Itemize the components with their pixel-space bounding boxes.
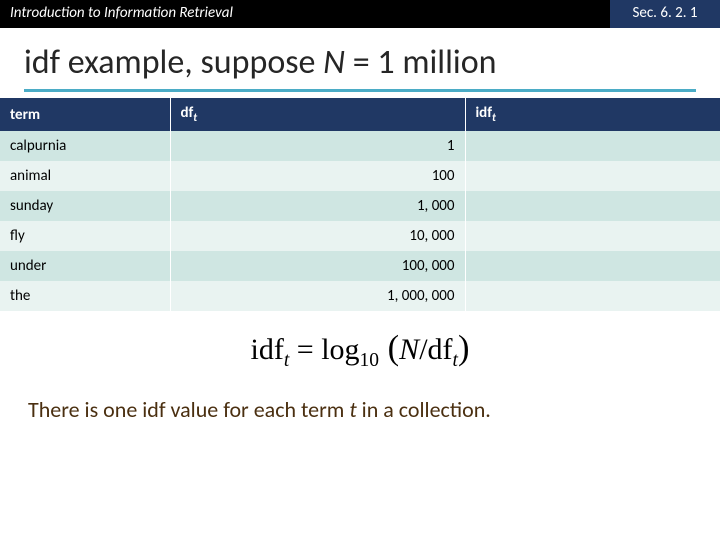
cell-term: animal bbox=[0, 161, 170, 191]
f-N: N bbox=[399, 333, 419, 366]
bottom-note: There is one idf value for each term t i… bbox=[0, 372, 720, 423]
th-df-text: df bbox=[181, 104, 194, 122]
f-lparen: ( bbox=[379, 329, 399, 367]
idf-table: term dft idft calpurnia 1 animal 100 sun… bbox=[0, 98, 720, 311]
title-pre: idf example, suppose bbox=[24, 42, 323, 83]
bottom-post: in a collection. bbox=[357, 396, 491, 423]
f-lhs: idf bbox=[251, 333, 284, 366]
cell-idf bbox=[465, 161, 720, 191]
th-df: dft bbox=[170, 98, 465, 131]
f-log-sub: 10 bbox=[360, 350, 380, 371]
th-idf: idft bbox=[465, 98, 720, 131]
f-rparen: ) bbox=[458, 329, 470, 367]
cell-idf bbox=[465, 131, 720, 161]
idf-formula: idft = log10 (N/dft) bbox=[251, 333, 470, 366]
cell-df: 100, 000 bbox=[170, 251, 465, 281]
cell-df: 1 bbox=[170, 131, 465, 161]
cell-idf bbox=[465, 281, 720, 311]
th-df-sub: t bbox=[193, 111, 197, 125]
slide-title: idf example, suppose N = 1 million bbox=[24, 42, 696, 83]
table-row: animal 100 bbox=[0, 161, 720, 191]
cell-df: 100 bbox=[170, 161, 465, 191]
topbar-left: Introduction to Information Retrieval bbox=[0, 0, 610, 28]
cell-term: under bbox=[0, 251, 170, 281]
cell-df: 1, 000 bbox=[170, 191, 465, 221]
topbar-section: Sec. 6. 2. 1 bbox=[610, 0, 720, 28]
table-row: sunday 1, 000 bbox=[0, 191, 720, 221]
bottom-t: t bbox=[349, 396, 356, 423]
cell-term: sunday bbox=[0, 191, 170, 221]
cell-idf bbox=[465, 221, 720, 251]
f-eq: = log bbox=[289, 333, 359, 366]
f-df: df bbox=[428, 333, 453, 366]
title-post: = 1 million bbox=[345, 42, 496, 83]
title-underline bbox=[24, 89, 696, 92]
table-body: calpurnia 1 animal 100 sunday 1, 000 fly… bbox=[0, 131, 720, 311]
cell-term: the bbox=[0, 281, 170, 311]
formula-block: idft = log10 (N/dft) bbox=[0, 329, 720, 372]
top-bar: Introduction to Information Retrieval Se… bbox=[0, 0, 720, 28]
table-row: fly 10, 000 bbox=[0, 221, 720, 251]
title-block: idf example, suppose N = 1 million bbox=[0, 28, 720, 98]
cell-term: fly bbox=[0, 221, 170, 251]
bottom-pre: There is one idf value for each term bbox=[28, 396, 349, 423]
table-header-row: term dft idft bbox=[0, 98, 720, 131]
cell-df: 1, 000, 000 bbox=[170, 281, 465, 311]
table-row: the 1, 000, 000 bbox=[0, 281, 720, 311]
table-row: calpurnia 1 bbox=[0, 131, 720, 161]
cell-idf bbox=[465, 251, 720, 281]
cell-term: calpurnia bbox=[0, 131, 170, 161]
title-n: N bbox=[323, 42, 345, 83]
cell-idf bbox=[465, 191, 720, 221]
th-idf-sub: t bbox=[492, 111, 496, 125]
th-term: term bbox=[0, 98, 170, 131]
table-row: under 100, 000 bbox=[0, 251, 720, 281]
cell-df: 10, 000 bbox=[170, 221, 465, 251]
th-idf-text: idf bbox=[476, 104, 492, 122]
f-slash: / bbox=[419, 333, 427, 366]
